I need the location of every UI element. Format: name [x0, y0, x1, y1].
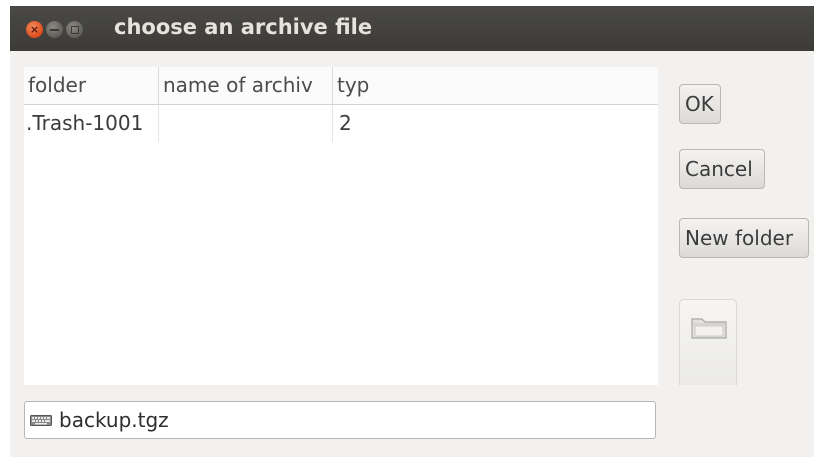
window-title: choose an archive file	[114, 15, 373, 39]
column-header-name-of-archive[interactable]: name of archiv	[159, 67, 333, 104]
list-header: folder name of archiv typ	[24, 67, 658, 105]
row-typ-cell[interactable]: 2	[333, 105, 658, 142]
minimize-icon[interactable]	[46, 21, 63, 38]
cancel-button[interactable]: Cancel	[679, 149, 765, 189]
filename-entry-value[interactable]: backup.tgz	[59, 402, 169, 438]
close-icon[interactable]: ×	[26, 21, 43, 38]
list-row[interactable]: .Trash-1001 2	[24, 105, 658, 142]
column-header-typ[interactable]: typ	[333, 67, 658, 104]
new-folder-button[interactable]: New folder	[679, 218, 809, 258]
filename-entry[interactable]: backup.tgz	[24, 401, 656, 439]
maximize-icon[interactable]	[66, 21, 83, 38]
folder-icon	[691, 318, 727, 339]
row-name-cell[interactable]	[159, 105, 333, 142]
keyboard-icon	[30, 415, 52, 426]
column-header-folder[interactable]: folder	[24, 67, 159, 104]
dialog-window: × choose an archive file folder name of …	[10, 6, 814, 457]
archive-list[interactable]: folder name of archiv typ .Trash-1001 2	[24, 67, 658, 385]
ok-button[interactable]: OK	[679, 84, 721, 124]
open-folder-button[interactable]	[679, 299, 737, 385]
title-bar[interactable]: × choose an archive file	[10, 6, 814, 51]
row-folder-cell[interactable]: .Trash-1001	[24, 105, 159, 142]
